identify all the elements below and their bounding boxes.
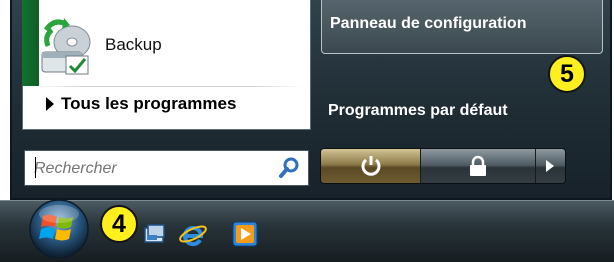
search-box[interactable] [24, 150, 309, 186]
annotation-badge-5: 5 [548, 55, 586, 93]
search-input[interactable] [34, 157, 254, 181]
power-button-group [320, 148, 566, 184]
power-icon [361, 156, 381, 176]
text-caret [35, 157, 36, 178]
internet-explorer-icon[interactable] [178, 220, 208, 248]
backup-menu-item[interactable]: Backup [105, 35, 162, 55]
control-panel-label: Panneau de configuration [330, 15, 527, 32]
show-desktop-icon[interactable] [143, 223, 167, 245]
windows-start-orb-icon[interactable] [24, 196, 94, 259]
lock-icon [470, 155, 486, 176]
power-button[interactable] [321, 149, 421, 183]
shutdown-options-button[interactable] [536, 149, 565, 183]
all-programs-arrow-icon [46, 97, 54, 111]
chevron-right-icon [546, 160, 554, 172]
media-player-icon[interactable] [232, 221, 258, 247]
search-icon[interactable] [278, 157, 300, 179]
default-programs-item[interactable]: Programmes par défaut [328, 102, 508, 120]
menu-separator [34, 86, 304, 87]
all-programs-button[interactable]: Tous les programmes [61, 94, 236, 114]
backup-icon [36, 16, 100, 78]
lock-button[interactable] [421, 149, 536, 183]
annotation-badge-4: 4 [100, 205, 138, 243]
